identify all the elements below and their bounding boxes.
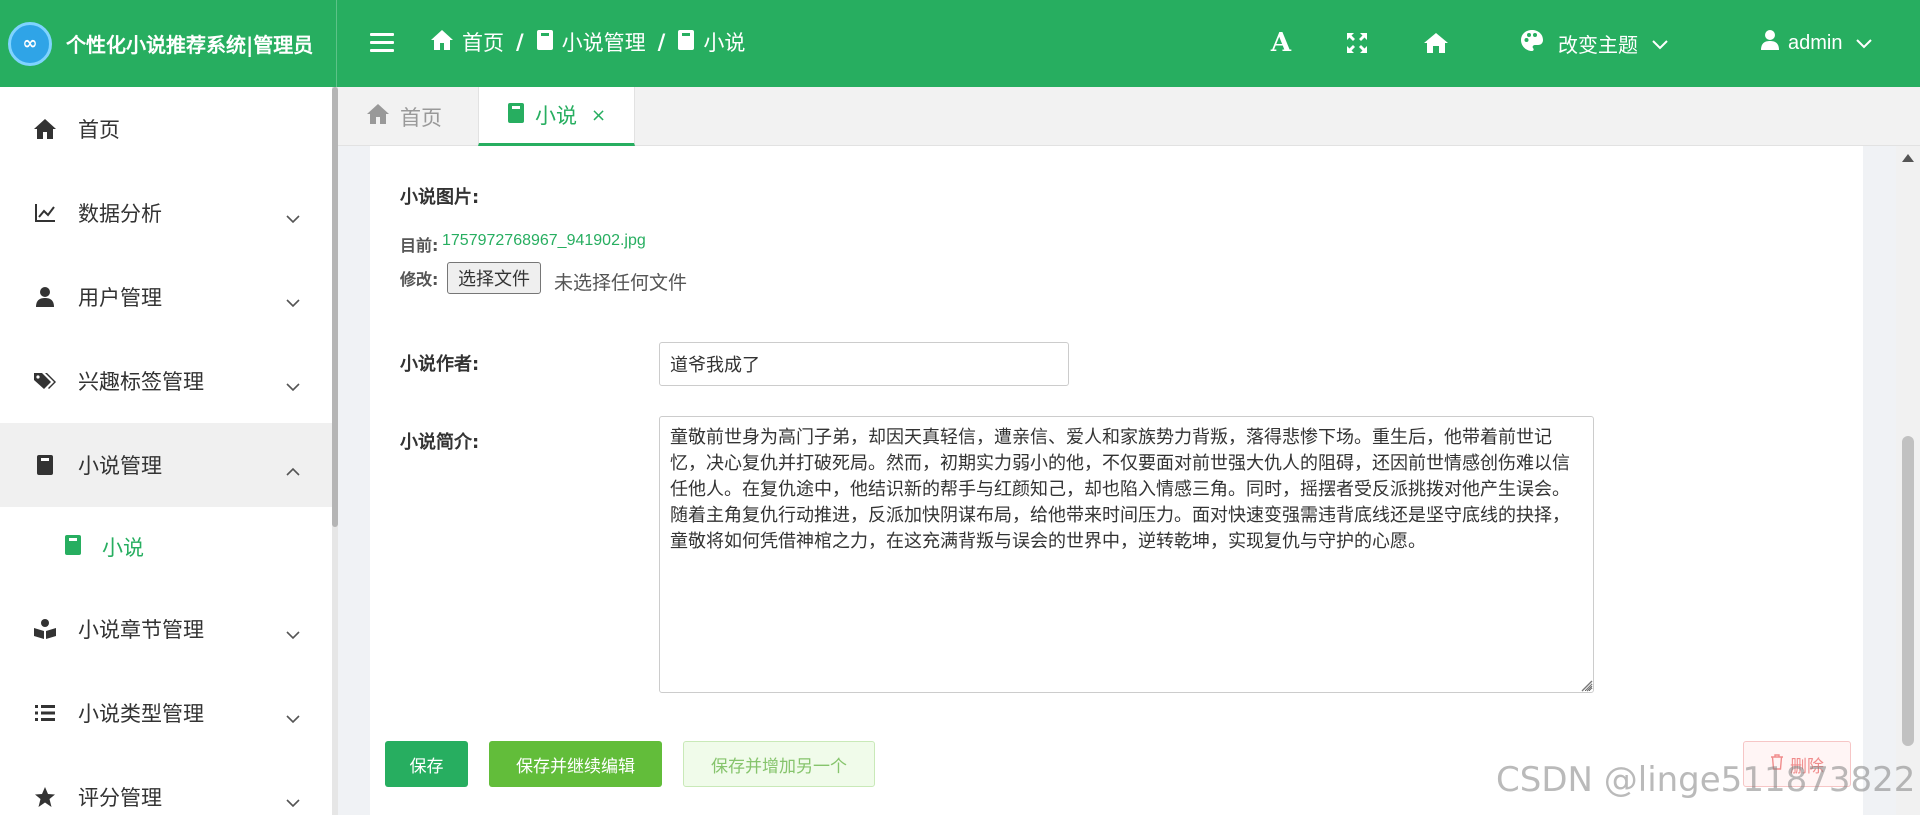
fullscreen-icon[interactable] xyxy=(1344,24,1370,62)
scroll-up-icon[interactable] xyxy=(1902,154,1914,162)
home-icon xyxy=(32,116,58,142)
sidebar-item-user-management[interactable]: 用户管理 xyxy=(0,255,332,339)
brand-logo: ∞ xyxy=(8,21,52,66)
user-label: admin xyxy=(1788,31,1843,54)
save-continue-button[interactable]: 保存并继续编辑 xyxy=(489,741,662,787)
list-icon xyxy=(32,700,58,726)
theme-switch-button[interactable]: 改变主题 xyxy=(1520,24,1668,62)
main-scrollbar[interactable] xyxy=(1896,146,1920,815)
breadcrumb-separator: / xyxy=(516,30,524,54)
book-icon xyxy=(507,102,525,129)
sidebar-item-home[interactable]: 首页 xyxy=(0,87,332,171)
tags-icon xyxy=(32,368,58,394)
intro-textarea[interactable]: 童敬前世身为高门子弟，却因天真轻信，遭亲信、爱人和家族势力背叛，落得悲惨下场。重… xyxy=(659,416,1594,693)
sidebar-item-interest-tags[interactable]: 兴趣标签管理 xyxy=(0,339,332,423)
tab-label: 首页 xyxy=(400,105,442,130)
sidebar-item-rating-management[interactable]: 评分管理 xyxy=(0,755,332,815)
top-bar: ∞ 个性化小说推荐系统|管理员 首页 / 小说管理 / 小说 A 改变主题 ad… xyxy=(0,0,1920,87)
breadcrumb-label: 首页 xyxy=(462,31,504,55)
breadcrumb-novel[interactable]: 小说 xyxy=(677,27,745,57)
breadcrumb: 首页 / 小说管理 / 小说 xyxy=(430,24,745,60)
theme-label: 改变主题 xyxy=(1558,32,1638,57)
breadcrumb-label: 小说 xyxy=(703,31,746,55)
chevron-up-icon xyxy=(286,457,300,481)
sidebar: 首页 数据分析 用户管理 兴趣标签管理 小说管理 小说 小说章节管理 小说类型管… xyxy=(0,87,332,815)
home-icon xyxy=(366,103,390,130)
resize-handle-icon[interactable] xyxy=(1579,678,1593,692)
palette-icon xyxy=(1520,29,1544,58)
breadcrumb-separator: / xyxy=(657,30,666,54)
line-chart-icon xyxy=(32,200,58,226)
sidebar-item-novel[interactable]: 小说 xyxy=(0,507,332,587)
reader-icon xyxy=(32,616,58,642)
book-icon xyxy=(64,534,82,561)
no-file-text: 未选择任何文件 xyxy=(554,272,688,294)
chevron-down-icon xyxy=(286,289,300,313)
star-icon xyxy=(32,784,58,810)
sidebar-item-novel-management[interactable]: 小说管理 xyxy=(0,423,332,507)
chevron-down-icon xyxy=(1652,31,1668,55)
save-button[interactable]: 保存 xyxy=(385,741,468,787)
sidebar-item-type-management[interactable]: 小说类型管理 xyxy=(0,671,332,755)
user-icon xyxy=(1760,29,1780,57)
sidebar-item-chapter-management[interactable]: 小说章节管理 xyxy=(0,587,332,671)
breadcrumb-novel-management[interactable]: 小说管理 xyxy=(536,27,646,57)
sidebar-item-label: 兴趣标签管理 xyxy=(78,370,204,394)
book-icon xyxy=(536,29,554,56)
current-file-label: 目前: xyxy=(400,236,439,255)
app-title: 个性化小说推荐系统|管理员 xyxy=(66,33,314,57)
sidebar-item-label: 小说类型管理 xyxy=(78,702,204,726)
brand: ∞ 个性化小说推荐系统|管理员 xyxy=(0,0,337,87)
intro-field-label: 小说简介: xyxy=(400,432,480,453)
book-icon xyxy=(32,452,58,478)
user-menu-button[interactable]: admin xyxy=(1760,24,1873,62)
author-field-label: 小说作者: xyxy=(400,354,480,375)
sidebar-item-label: 评分管理 xyxy=(78,786,162,810)
chevron-down-icon xyxy=(286,205,300,229)
tab-home[interactable]: 首页 xyxy=(338,87,470,146)
chevron-down-icon xyxy=(286,789,300,813)
breadcrumb-home[interactable]: 首页 xyxy=(430,27,504,57)
main-scroll-thumb[interactable] xyxy=(1902,436,1914,746)
current-file-link[interactable]: 1757972768967_941902.jpg xyxy=(442,232,646,250)
breadcrumb-label: 小说管理 xyxy=(561,31,646,55)
tab-label: 小说 xyxy=(535,104,577,128)
modify-file-label: 修改: xyxy=(400,270,439,289)
chevron-down-icon xyxy=(1856,32,1873,55)
sidebar-item-data-analysis[interactable]: 数据分析 xyxy=(0,171,332,255)
author-input[interactable] xyxy=(659,342,1069,386)
tabs-bar: 首页 小说 × xyxy=(338,87,1920,146)
sidebar-item-label: 小说 xyxy=(102,536,144,560)
watermark: CSDN @linge511873822 xyxy=(1496,760,1916,800)
chevron-down-icon xyxy=(286,621,300,645)
sidebar-item-label: 首页 xyxy=(78,118,120,142)
sidebar-scroll-thumb[interactable] xyxy=(332,87,338,527)
save-add-another-button[interactable]: 保存并增加另一个 xyxy=(683,741,875,787)
home-icon xyxy=(430,29,454,56)
chevron-down-icon xyxy=(286,705,300,729)
sidebar-item-label: 小说章节管理 xyxy=(78,618,204,642)
book-icon xyxy=(677,29,695,56)
user-icon xyxy=(32,284,58,310)
sidebar-item-label: 小说管理 xyxy=(78,454,162,478)
close-icon[interactable]: × xyxy=(591,105,606,126)
sidebar-item-label: 用户管理 xyxy=(78,286,162,310)
font-size-icon[interactable]: A xyxy=(1268,24,1294,62)
form-panel: 小说图片: 目前: 1757972768967_941902.jpg 修改: 选… xyxy=(370,146,1863,815)
tab-novel[interactable]: 小说 × xyxy=(478,87,636,146)
home-icon[interactable] xyxy=(1422,24,1450,62)
image-field-label: 小说图片: xyxy=(400,187,480,208)
choose-file-button[interactable]: 选择文件 xyxy=(447,262,541,294)
chevron-down-icon xyxy=(286,373,300,397)
menu-toggle-icon[interactable] xyxy=(370,28,394,56)
sidebar-scrollbar[interactable] xyxy=(332,87,338,815)
sidebar-item-label: 数据分析 xyxy=(78,202,162,226)
